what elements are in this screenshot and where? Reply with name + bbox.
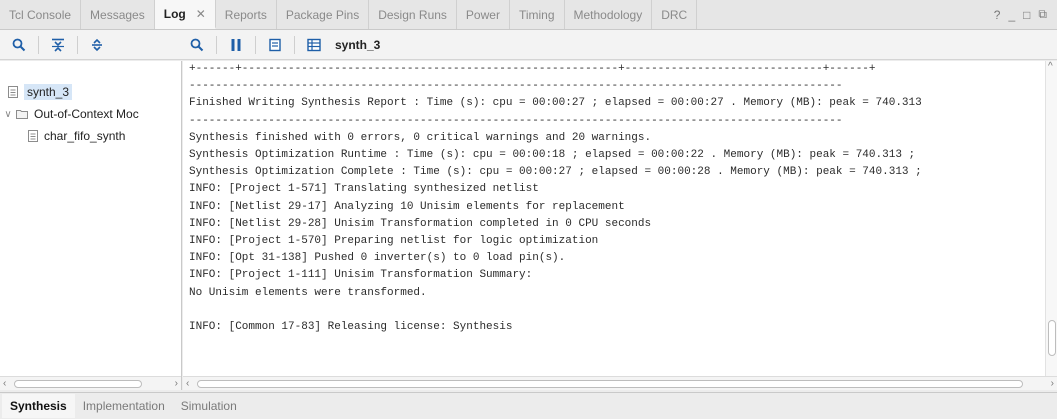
- expand-all-icon[interactable]: [86, 34, 108, 56]
- toolbar-divider: [294, 36, 295, 54]
- tree-item-label: Out-of-Context Moc: [34, 107, 139, 121]
- file-icon: [8, 86, 18, 98]
- tab-timing[interactable]: Timing: [510, 0, 565, 29]
- tab-tcl-console[interactable]: Tcl Console: [0, 0, 82, 29]
- scroll-right-icon[interactable]: ›: [1051, 377, 1054, 390]
- tab-label: Timing: [518, 7, 555, 22]
- bottom-tab-strip: Synthesis Implementation Simulation: [0, 392, 1057, 419]
- log-line: INFO: [Project 1-571] Translating synthe…: [189, 183, 539, 196]
- tab-label: Log: [163, 6, 186, 21]
- log-line: ----------------------------------------…: [189, 80, 843, 93]
- log-line: INFO: [Netlist 29-17] Analyzing 10 Unisi…: [189, 200, 625, 213]
- search-log-icon[interactable]: [186, 34, 208, 56]
- toolbar-divider: [216, 36, 217, 54]
- log-title: synth_3: [335, 38, 381, 52]
- close-tab-icon[interactable]: ✕: [196, 7, 206, 21]
- folder-icon: [16, 109, 28, 119]
- log-line: Synthesis finished with 0 errors, 0 crit…: [189, 131, 652, 144]
- log-line: INFO: [Opt 31-138] Pushed 0 inverter(s) …: [189, 252, 566, 265]
- minimize-icon[interactable]: _: [1008, 8, 1015, 22]
- log-line: Synthesis Optimization Complete : Time (…: [189, 166, 922, 179]
- log-vertical-scrollbar[interactable]: ^: [1045, 61, 1057, 376]
- tab-messages[interactable]: Messages: [81, 0, 155, 29]
- tree-item-out-of-context[interactable]: ∨ Out-of-Context Moc: [2, 103, 139, 125]
- tree-item-char-fifo-synth[interactable]: char_fifo_synth: [26, 125, 125, 147]
- scroll-up-icon[interactable]: ^: [1048, 61, 1053, 74]
- tab-label: Package Pins: [285, 7, 360, 22]
- log-view[interactable]: +------+--------------------------------…: [183, 61, 1057, 390]
- log-toolbar: synth_3: [186, 30, 380, 60]
- toolbar-divider: [38, 36, 39, 54]
- log-line: INFO: [Common 17-83] Releasing license: …: [189, 321, 513, 334]
- log-line: No Unisim elements were transformed.: [189, 286, 427, 299]
- log-horizontal-scrollbar[interactable]: ‹ ›: [183, 376, 1057, 390]
- tab-reports[interactable]: Reports: [216, 0, 277, 29]
- help-icon[interactable]: ?: [994, 8, 1001, 22]
- table-view-icon[interactable]: [303, 34, 325, 56]
- tab-log[interactable]: Log ✕: [154, 0, 216, 29]
- tab-synthesis[interactable]: Synthesis: [2, 394, 75, 418]
- collapse-all-icon[interactable]: [47, 34, 69, 56]
- log-line: INFO: [Project 1-111] Unisim Transformat…: [189, 269, 533, 282]
- tab-drc[interactable]: DRC: [652, 0, 698, 29]
- scroll-thumb[interactable]: [14, 380, 142, 388]
- tree-item-synth-3[interactable]: synth_3: [6, 81, 73, 103]
- log-line: ----------------------------------------…: [189, 114, 843, 127]
- log-line: INFO: [Netlist 29-28] Unisim Transformat…: [189, 217, 652, 230]
- panel-tab-strip: Tcl Console Messages Log ✕ Reports Packag…: [0, 0, 1057, 30]
- scroll-thumb[interactable]: [197, 380, 1023, 388]
- tab-methodology[interactable]: Methodology: [565, 0, 653, 29]
- search-icon[interactable]: [8, 34, 30, 56]
- log-line: Finished Writing Synthesis Report : Time…: [189, 97, 922, 110]
- tab-power[interactable]: Power: [457, 0, 510, 29]
- tree-horizontal-scrollbar[interactable]: ‹ ›: [0, 376, 181, 390]
- file-icon: [28, 130, 38, 142]
- toolbar-divider: [77, 36, 78, 54]
- tab-label: Design Runs: [378, 7, 447, 22]
- log-text: +------+--------------------------------…: [189, 61, 922, 336]
- scroll-thumb[interactable]: [1048, 320, 1056, 356]
- pause-icon[interactable]: [225, 34, 247, 56]
- tab-label: Methodology: [573, 7, 643, 22]
- tree-item-label: char_fifo_synth: [44, 129, 126, 143]
- scroll-left-icon[interactable]: ‹: [186, 377, 189, 390]
- tab-implementation[interactable]: Implementation: [75, 394, 173, 418]
- restore-icon[interactable]: □: [1023, 8, 1030, 22]
- tab-label: Power: [465, 7, 500, 22]
- log-line: INFO: [Project 1-570] Preparing netlist …: [189, 235, 599, 248]
- tab-label: Tcl Console: [9, 7, 72, 22]
- scroll-right-icon[interactable]: ›: [175, 377, 178, 390]
- scroll-left-icon[interactable]: ‹: [3, 377, 6, 390]
- window-controls: ? _ □ ⧉: [994, 0, 1057, 29]
- tree-toolbar: [0, 30, 180, 60]
- tab-label: Reports: [224, 7, 267, 22]
- toolbar: synth_3: [0, 30, 1057, 60]
- tab-label: Messages: [90, 7, 145, 22]
- tab-design-runs[interactable]: Design Runs: [369, 0, 457, 29]
- tab-simulation[interactable]: Simulation: [173, 394, 245, 418]
- log-line: +------+--------------------------------…: [189, 63, 876, 75]
- tab-label: DRC: [661, 7, 688, 22]
- chevron-down-icon[interactable]: ∨: [2, 109, 14, 120]
- copy-icon[interactable]: [264, 34, 286, 56]
- tab-package-pins[interactable]: Package Pins: [277, 0, 370, 29]
- tree-item-label: synth_3: [24, 84, 73, 100]
- float-icon[interactable]: ⧉: [1038, 7, 1047, 22]
- toolbar-divider: [255, 36, 256, 54]
- log-line: Synthesis Optimization Runtime : Time (s…: [189, 149, 916, 162]
- run-tree: synth_3 ∨ Out-of-Context Moc char_fifo_s…: [0, 61, 182, 390]
